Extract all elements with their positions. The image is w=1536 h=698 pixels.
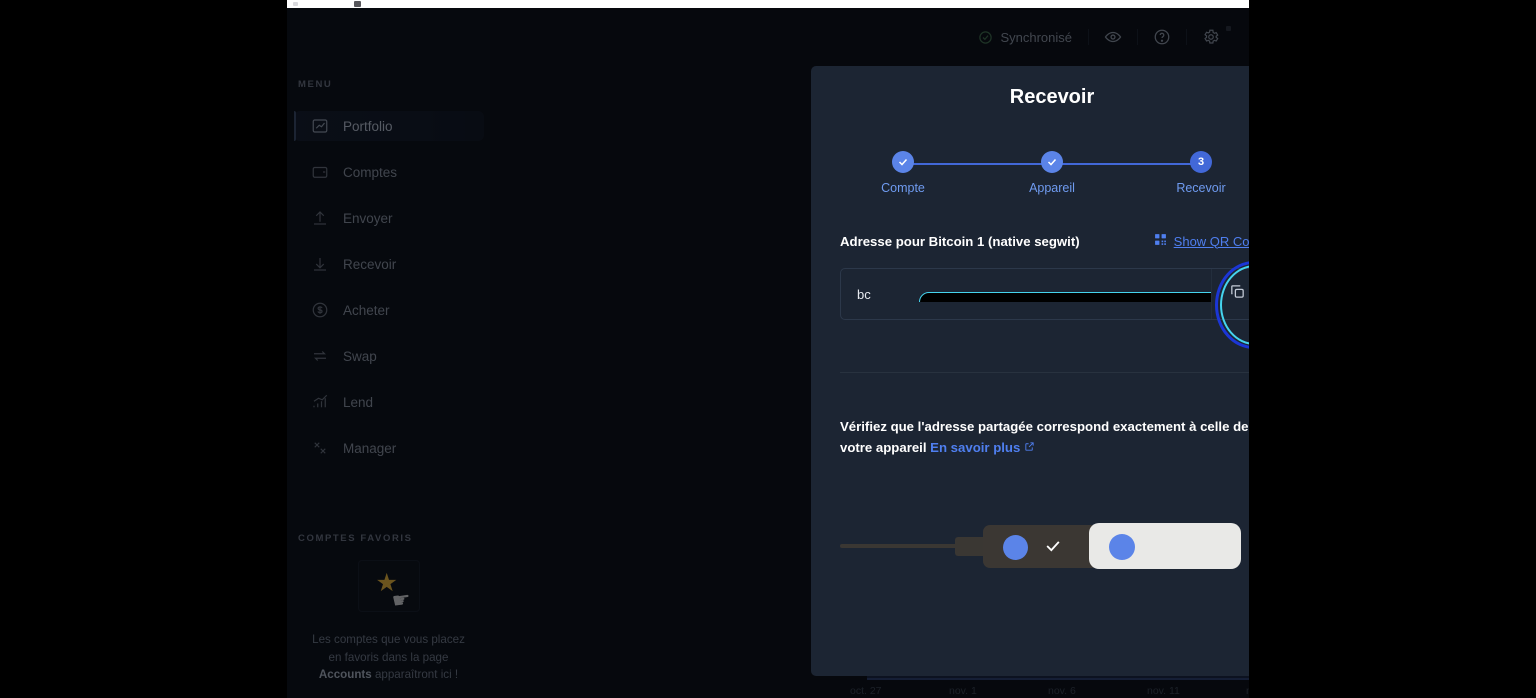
modal-divider: [840, 372, 1249, 373]
browser-chrome-strip: [287, 0, 1249, 8]
copy-icon: [1229, 283, 1246, 305]
copy-address-button[interactable]: [1211, 269, 1249, 319]
step-label: Recevoir: [1176, 181, 1226, 195]
device-body: [983, 525, 1098, 568]
verify-notice-text: Vérifiez que l'adresse partagée correspo…: [840, 419, 1249, 455]
modal-title: Recevoir: [1009, 86, 1095, 108]
address-field[interactable]: bc: [840, 268, 1249, 320]
app-window: MENU Portfolio Comptes: [287, 0, 1249, 698]
external-link-icon[interactable]: [1024, 442, 1035, 455]
receive-modal: Recevoir Compte Appareil 3 Recevoir Adre…: [811, 66, 1249, 676]
device-button-left: [1003, 535, 1028, 560]
screenshot-root: MENU Portfolio Comptes: [0, 0, 1536, 698]
step-recevoir: 3 Recevoir: [1167, 151, 1235, 195]
address-value-text: bc: [857, 286, 871, 302]
verify-notice: Vérifiez que l'adresse partagée correspo…: [840, 416, 1249, 460]
address-redaction-overlay: [919, 291, 1211, 302]
step-label: Compte: [881, 181, 925, 195]
step-number: 3: [1190, 151, 1212, 173]
check-icon: [1041, 151, 1063, 173]
chrome-tab-icon: [354, 1, 361, 7]
verify-learn-more-link[interactable]: En savoir plus: [930, 440, 1020, 455]
step-compte: Compte: [869, 151, 937, 195]
address-value: bc: [841, 287, 1211, 302]
show-qr-code-label: Show QR Code: [1173, 233, 1249, 249]
device-cable: [840, 544, 960, 548]
qr-code-icon: [1154, 233, 1167, 249]
check-icon: [892, 151, 914, 173]
show-qr-code-link[interactable]: Show QR Code: [1154, 233, 1249, 249]
address-header: Adresse pour Bitcoin 1 (native segwit) S…: [840, 233, 1249, 249]
device-check-icon: [1043, 536, 1063, 561]
step-label: Appareil: [1029, 181, 1075, 195]
chrome-back-icon: [293, 2, 298, 6]
ledger-device-illustration: [840, 511, 1249, 581]
address-label: Adresse pour Bitcoin 1 (native segwit): [840, 233, 1080, 249]
device-button-right: [1109, 534, 1135, 560]
step-appareil: Appareil: [1018, 151, 1086, 195]
step-progress: Compte Appareil 3 Recevoir: [869, 151, 1235, 201]
